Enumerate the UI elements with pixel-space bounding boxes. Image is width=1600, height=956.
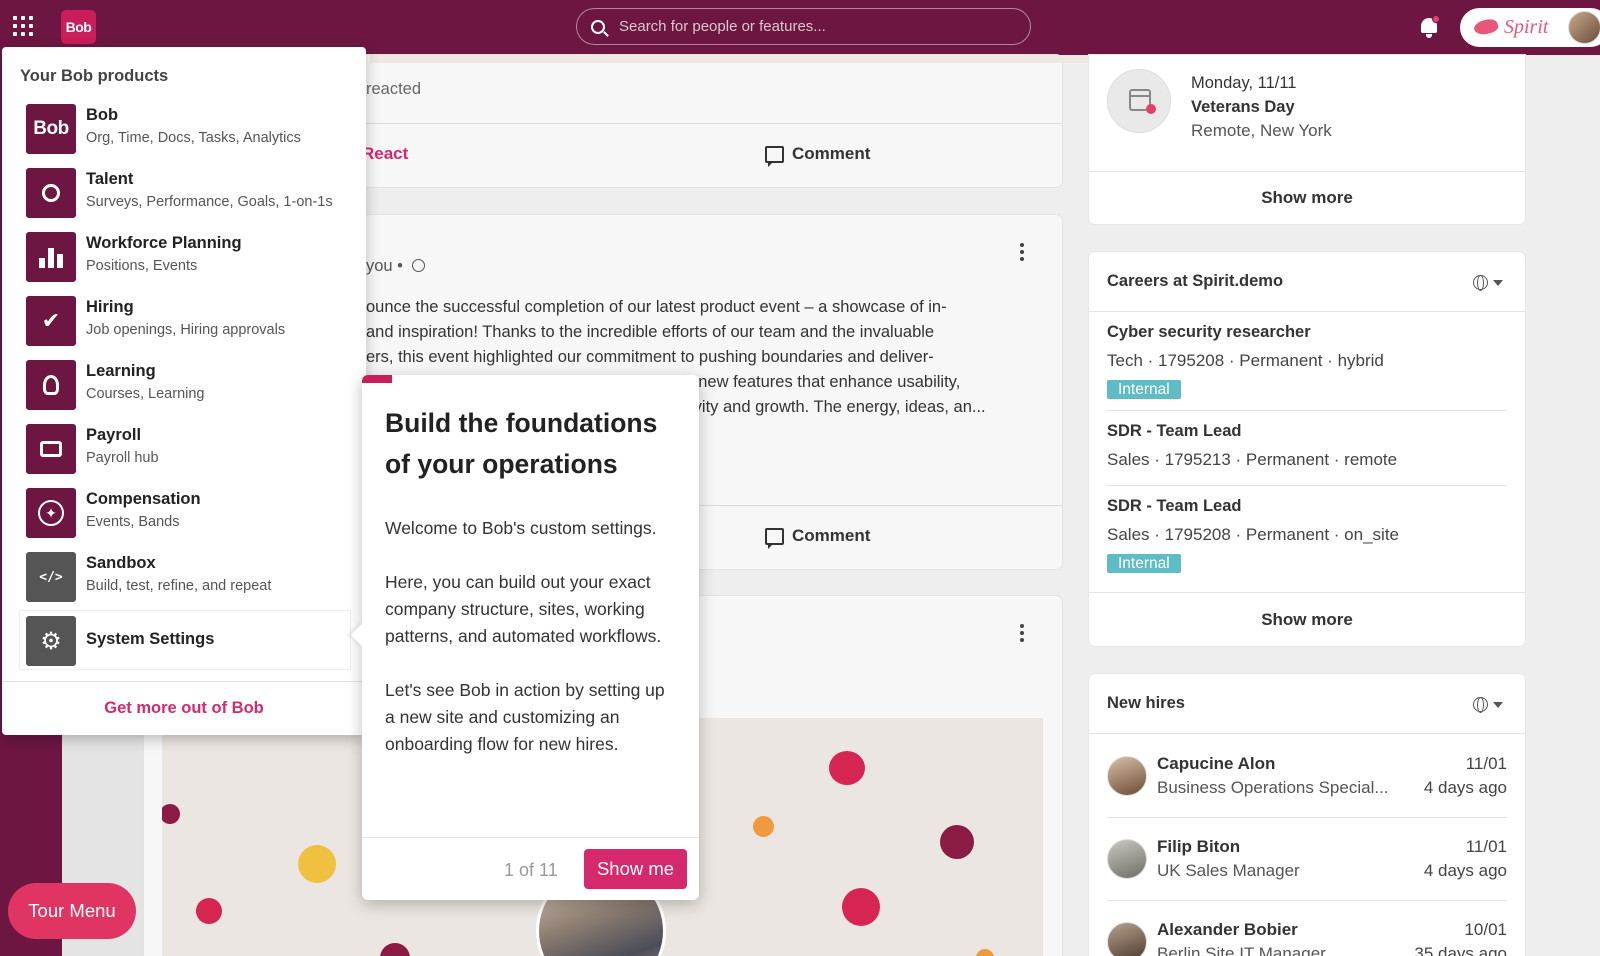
tour-menu-button[interactable]: Tour Menu: [8, 883, 136, 939]
globe-icon: [411, 259, 425, 272]
post-options-icon[interactable]: [1020, 624, 1024, 642]
hire-name[interactable]: Capucine Alon: [1157, 754, 1275, 774]
code-hexagon-icon: </>: [26, 552, 76, 602]
gears-icon: ⚙: [26, 616, 76, 666]
tour-paragraph: Here, you can build out your exact compa…: [385, 572, 662, 646]
hire-name[interactable]: Alexander Bobier: [1157, 920, 1298, 940]
tour-body: Welcome to Bob's custom settings. Here, …: [385, 515, 677, 785]
job-title[interactable]: SDR - Team Lead: [1107, 422, 1241, 441]
show-more-button[interactable]: Show more: [1089, 610, 1525, 630]
person-check-icon: ✔: [26, 296, 76, 346]
internal-badge: Internal: [1107, 380, 1181, 399]
visibility-selector[interactable]: [1473, 697, 1503, 713]
post-line: and inspiration! Thanks to the incredibl…: [366, 323, 935, 341]
company-switcher[interactable]: Spirit: [1460, 8, 1600, 47]
post-line: ers, this event highlighted our commitme…: [366, 348, 934, 366]
product-hiring[interactable]: ✔ Hiring Job openings, Hiring approvals: [20, 291, 350, 349]
holiday-card: Monday, 11/11 Veterans Day Remote, New Y…: [1089, 55, 1525, 224]
search-icon: [591, 19, 605, 34]
product-sandbox[interactable]: </> Sandbox Build, test, refine, and rep…: [20, 547, 350, 605]
holiday-location: Remote, New York: [1191, 121, 1332, 140]
post-line: ivity and growth. The energy, ideas, an.…: [690, 398, 986, 416]
apps-grid-icon[interactable]: [13, 16, 33, 36]
careers-card: Careers at Spirit.demo Cyber security re…: [1089, 252, 1525, 646]
product-system-settings[interactable]: ⚙ System Settings: [20, 611, 350, 669]
globe-icon: [1473, 275, 1488, 291]
product-talent[interactable]: Talent Surveys, Performance, Goals, 1-on…: [20, 163, 350, 221]
notifications-bell-icon[interactable]: [1418, 15, 1440, 39]
post-meta: you •: [366, 254, 425, 279]
hire-ago: 4 days ago: [1423, 861, 1507, 880]
reactions-text: reacted: [366, 80, 422, 98]
award-icon: [26, 168, 76, 218]
holiday-name: Veterans Day: [1191, 98, 1295, 116]
tour-paragraph: Welcome to Bob's custom settings.: [385, 518, 657, 538]
chevron-down-icon: [1493, 279, 1503, 286]
hire-date: 10/01: [1464, 920, 1507, 939]
avatar[interactable]: [1107, 839, 1147, 879]
avatar[interactable]: [1107, 922, 1147, 956]
post-line: ounce the successful completion of our l…: [366, 298, 947, 316]
new-hires-title: New hires: [1107, 694, 1185, 712]
wallet-icon: [26, 424, 76, 474]
globe-icon: [1473, 697, 1488, 713]
hire-date: 11/01: [1465, 837, 1507, 856]
compass-icon: ✦: [26, 488, 76, 538]
hire-role: Berlin Site IT Manager: [1157, 944, 1326, 956]
hire-ago: 4 days ago: [1423, 778, 1507, 797]
products-menu: Your Bob products Bob Bob Org, Time, Doc…: [2, 47, 366, 735]
comment-button[interactable]: Comment: [765, 526, 870, 549]
post-options-icon[interactable]: [1020, 243, 1024, 261]
holiday-date: Monday, 11/11: [1191, 74, 1297, 92]
hire-ago: 35 days ago: [1414, 944, 1507, 956]
get-more-link[interactable]: Get more out of Bob: [2, 699, 366, 718]
product-compensation[interactable]: ✦ Compensation Events, Bands: [20, 483, 350, 541]
new-hires-card: New hires Capucine Alon Business Operati…: [1089, 674, 1525, 956]
job-meta: Tech · 1795208 · Permanent · hybrid: [1107, 351, 1384, 370]
hire-date: 11/01: [1465, 754, 1507, 773]
bob-logo-icon: Bob: [26, 104, 76, 154]
show-more-button[interactable]: Show more: [1089, 188, 1525, 208]
holiday-calendar-icon: [1107, 69, 1171, 133]
company-name: Spirit: [1504, 16, 1549, 38]
product-workforce-planning[interactable]: Workforce Planning Positions, Events: [20, 227, 350, 285]
comment-button[interactable]: Comment: [765, 144, 870, 167]
internal-badge: Internal: [1107, 554, 1181, 573]
bar-chart-people-icon: [26, 232, 76, 282]
chevron-down-icon: [1493, 701, 1503, 708]
post-line: l new features that enhance usability,: [690, 373, 961, 391]
job-meta: Sales · 1795213 · Permanent · remote: [1107, 450, 1398, 469]
show-me-button[interactable]: Show me: [584, 849, 687, 889]
avatar[interactable]: [1107, 756, 1147, 796]
product-bob[interactable]: Bob Bob Org, Time, Docs, Tasks, Analytic…: [20, 99, 350, 157]
search-input[interactable]: [619, 18, 999, 35]
tour-title: Build the foundations of your operations: [385, 408, 658, 479]
hire-name[interactable]: Filip Biton: [1157, 837, 1240, 857]
comment-icon: [765, 527, 784, 549]
job-title[interactable]: SDR - Team Lead: [1107, 497, 1241, 516]
product-learning[interactable]: Learning Courses, Learning: [20, 355, 350, 413]
bob-logo[interactable]: Bob: [61, 10, 96, 44]
product-payroll[interactable]: Payroll Payroll hub: [20, 419, 350, 477]
react-button[interactable]: React: [362, 144, 408, 164]
job-meta: Sales · 1795208 · Permanent · on_site: [1107, 525, 1400, 544]
lightbulb-icon: [26, 360, 76, 410]
visibility-selector[interactable]: [1473, 275, 1503, 291]
comment-icon: [765, 145, 784, 167]
job-title[interactable]: Cyber security researcher: [1107, 323, 1311, 342]
user-avatar[interactable]: [1568, 11, 1600, 44]
careers-title: Careers at Spirit.demo: [1107, 272, 1284, 290]
tour-popover: Build the foundations of your operations…: [350, 375, 699, 900]
hire-role: UK Sales Manager: [1157, 861, 1300, 880]
notification-dot: [1432, 15, 1440, 23]
company-logo-icon: [1472, 17, 1500, 37]
products-heading: Your Bob products: [20, 67, 169, 85]
hire-role: Business Operations Special...: [1157, 778, 1389, 797]
tour-step-count: 1 of 11: [504, 860, 558, 880]
search-bar[interactable]: [576, 8, 1031, 45]
tour-paragraph: Let's see Bob in action by setting up a …: [385, 680, 665, 754]
